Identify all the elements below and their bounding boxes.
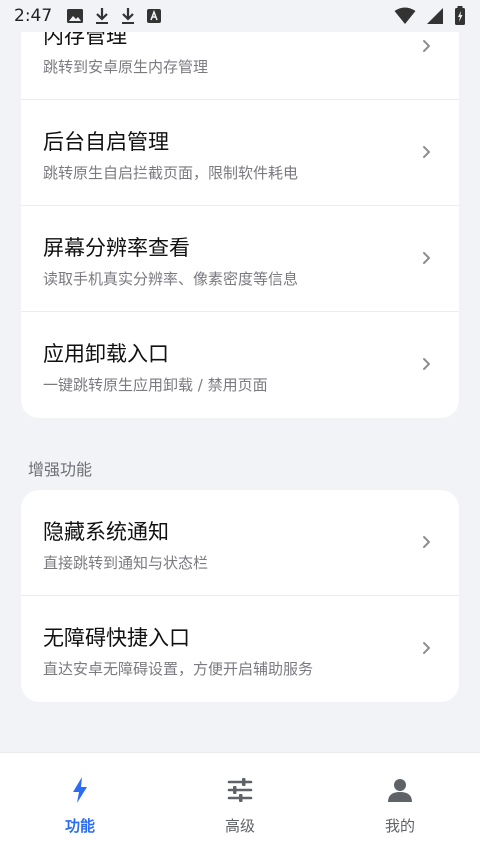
download-icon [96, 8, 109, 24]
chevron-right-icon [423, 358, 430, 370]
status-time: 2:47 [14, 6, 53, 26]
chevron-right-icon [423, 642, 430, 654]
chevron-right-icon [423, 536, 430, 548]
download-icon [122, 8, 135, 24]
item-title: 隐藏系统通知 [43, 520, 169, 544]
battery-charging-icon [455, 6, 465, 25]
chevron-right-icon [423, 252, 430, 264]
list-item-accessibility[interactable]: 无障碍快捷入口 直达安卓无障碍设置，方便开启辅助服务 [21, 596, 459, 702]
card-enhanced-features: 隐藏系统通知 直接跳转到通知与状态栏 无障碍快捷入口 直达安卓无障碍设置，方便开… [21, 490, 459, 702]
list-item-resolution[interactable]: 屏幕分辨率查看 读取手机真实分辨率、像素密度等信息 [21, 206, 459, 312]
item-subtitle: 直达安卓无障碍设置，方便开启辅助服务 [43, 660, 314, 678]
font-a-icon [147, 9, 162, 23]
nav-tab-features[interactable]: 功能 [0, 753, 160, 853]
chevron-right-icon [423, 40, 430, 52]
list-item-uninstall[interactable]: 应用卸载入口 一键跳转原生应用卸载 / 禁用页面 [21, 312, 459, 418]
item-title: 无障碍快捷入口 [43, 626, 190, 650]
item-title: 应用卸载入口 [43, 342, 169, 366]
item-subtitle: 读取手机真实分辨率、像素密度等信息 [43, 270, 299, 288]
sliders-icon [227, 778, 253, 802]
nav-label: 功能 [64, 817, 95, 835]
item-subtitle: 直接跳转到通知与状态栏 [43, 554, 209, 572]
nav-label: 高级 [224, 817, 255, 835]
card-system-tools: 内存管理 跳转到安卓原生内存管理 后台自启管理 跳转原生自启拦截页面，限制软件耗… [21, 0, 459, 418]
nav-tab-profile[interactable]: 我的 [320, 753, 480, 853]
item-subtitle: 跳转原生自启拦截页面，限制软件耗电 [43, 164, 299, 182]
list-item-hide-notification[interactable]: 隐藏系统通知 直接跳转到通知与状态栏 [21, 490, 459, 596]
section-label-enhanced: 增强功能 [28, 460, 93, 479]
wifi-icon [394, 7, 416, 24]
person-icon [388, 779, 412, 802]
item-subtitle: 跳转到安卓原生内存管理 [43, 58, 209, 76]
item-title: 后台自启管理 [43, 130, 169, 154]
nav-tab-advanced[interactable]: 高级 [160, 753, 320, 853]
bottom-navigation: 功能 高级 我的 [0, 752, 480, 853]
nav-label: 我的 [384, 817, 415, 835]
list-item-autostart[interactable]: 后台自启管理 跳转原生自启拦截页面，限制软件耗电 [21, 100, 459, 206]
item-subtitle: 一键跳转原生应用卸载 / 禁用页面 [43, 376, 268, 394]
signal-icon [427, 8, 443, 24]
image-icon [67, 9, 84, 23]
lightning-icon [73, 777, 87, 803]
status-bar: 2:47 [0, 0, 480, 32]
chevron-right-icon [423, 146, 430, 158]
main-scroll-area[interactable]: 内存管理 跳转到安卓原生内存管理 后台自启管理 跳转原生自启拦截页面，限制软件耗… [0, 0, 480, 752]
item-title: 屏幕分辨率查看 [43, 236, 190, 260]
